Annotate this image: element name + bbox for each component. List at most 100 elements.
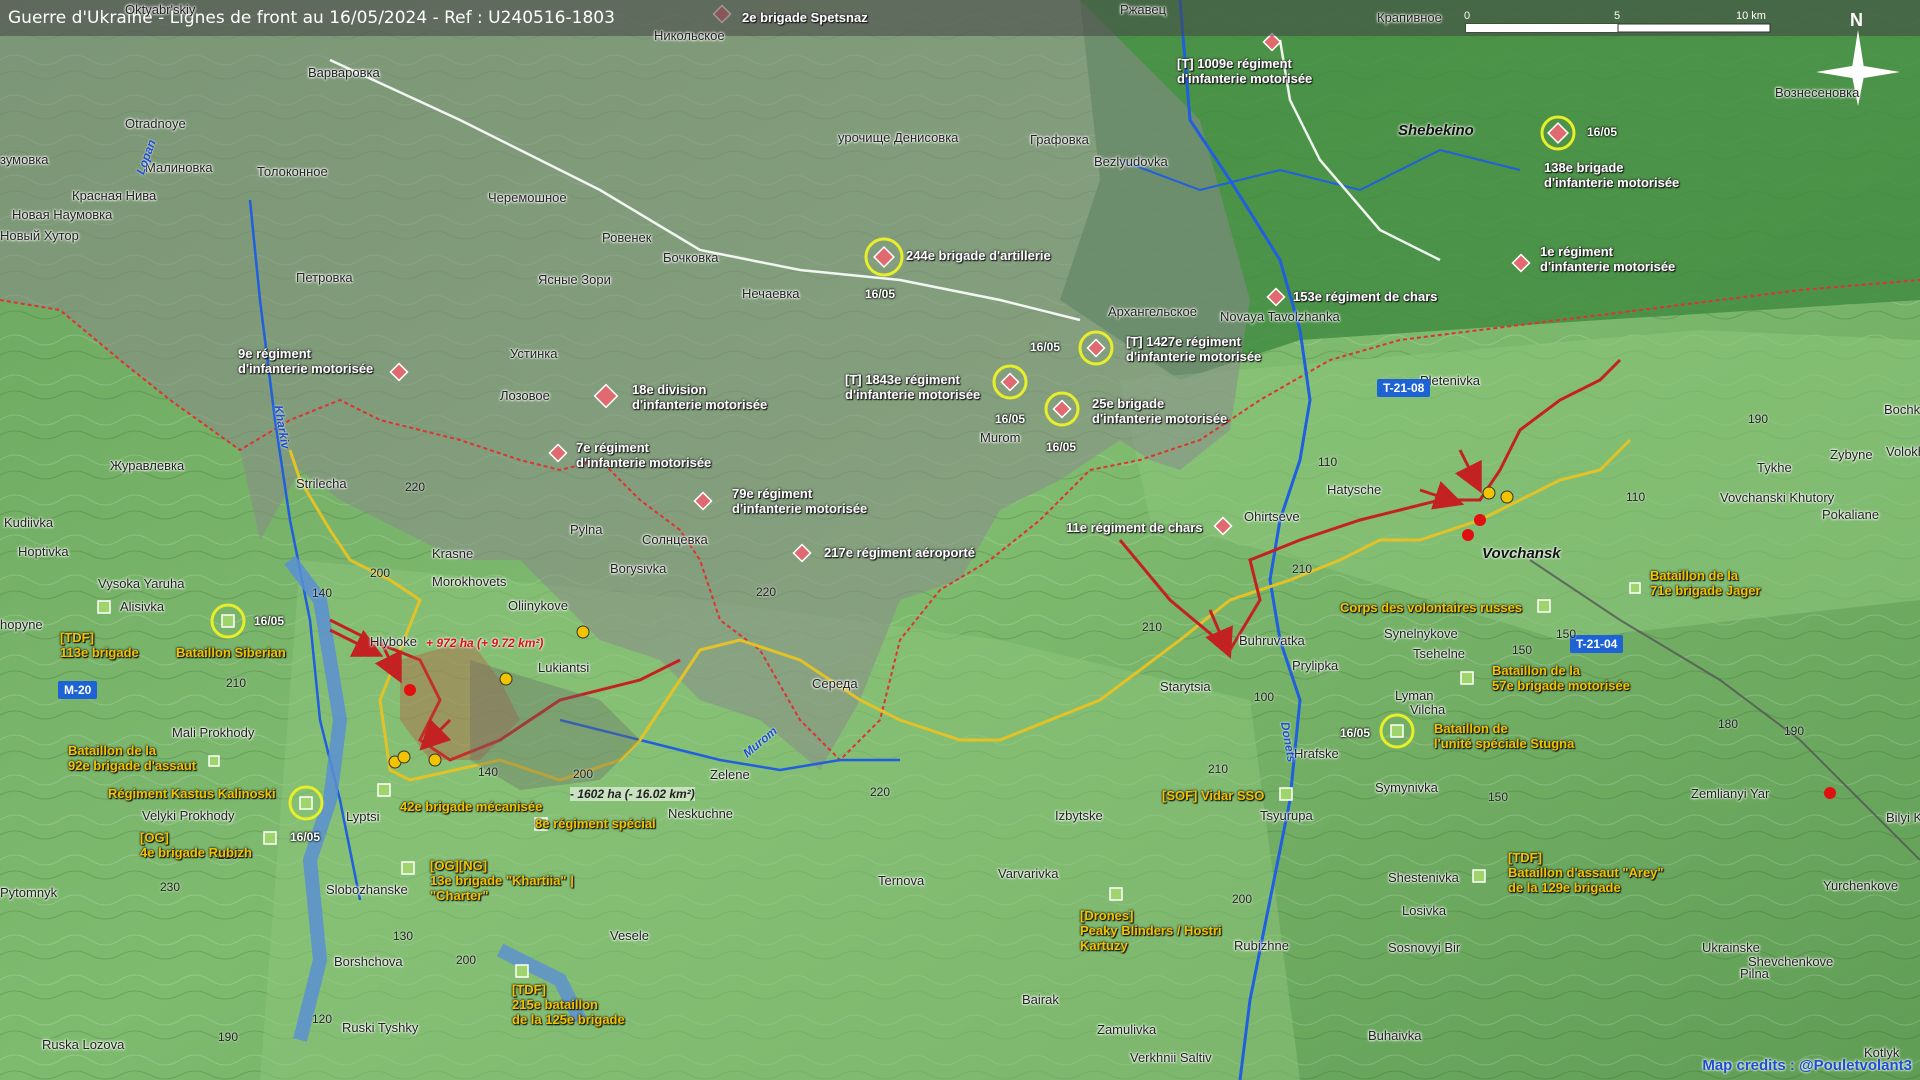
ru-unit-label-b138[interactable]: 138e brigade d'infanterie motorisée bbox=[1544, 160, 1679, 190]
ru-unit-label-r1843[interactable]: [T] 1843e régiment d'infanterie motorisée bbox=[845, 372, 980, 402]
road-badge-t2104: T-21-04 bbox=[1570, 635, 1624, 653]
ru-unit-label-r7e[interactable]: 7e régiment d'infanterie motorisée bbox=[576, 440, 711, 470]
place-novaya-naumovka: Новая Наумовка bbox=[12, 207, 113, 222]
place-zamulivka: Zamulivka bbox=[1097, 1022, 1157, 1037]
scale-label-5: 5 bbox=[1614, 10, 1620, 22]
place-novaya-tavolzhanka: Novaya Tavolzhanka bbox=[1220, 309, 1340, 324]
ua-unit-label-tdf113[interactable]: [TDF] 113e brigade bbox=[60, 630, 139, 660]
place-buhruvatka: Buhruvatka bbox=[1239, 633, 1305, 648]
ua-unit-icon[interactable] bbox=[221, 614, 235, 628]
event-dot-yellow[interactable] bbox=[499, 672, 513, 686]
elevation-label: 120 bbox=[312, 1012, 333, 1026]
ua-unit-icon[interactable] bbox=[263, 831, 277, 845]
ua-unit-label-vidar[interactable]: [SOF] Vidar SSO bbox=[1162, 788, 1264, 803]
ru-unit-label-spetsnaz[interactable]: 2e brigade Spetsnaz bbox=[742, 10, 868, 25]
event-dot[interactable] bbox=[1824, 787, 1836, 799]
ua-unit-date-kalinoski: 16/05 bbox=[290, 830, 321, 844]
ua-unit-icon[interactable] bbox=[377, 783, 391, 797]
ua-unit-icon[interactable] bbox=[1472, 869, 1486, 883]
ru-unit-label-b25e[interactable]: 25e brigade d'infanterie motorisée bbox=[1092, 396, 1227, 426]
ru-unit-label-r217e[interactable]: 217e régiment aéroporté bbox=[824, 545, 975, 560]
place-tykhe: Tykhe bbox=[1757, 460, 1792, 475]
event-dot[interactable] bbox=[1474, 514, 1486, 526]
place-arkhangelskoe: Архангельское bbox=[1108, 304, 1197, 319]
place-rzhavets: Ржавец bbox=[1120, 2, 1167, 17]
ru-unit-date-b138: 16/05 bbox=[1587, 125, 1618, 139]
place-zelene: Zelene bbox=[710, 767, 750, 782]
ua-unit-label-r8[interactable]: 8e régiment spécial bbox=[535, 816, 656, 831]
place-symynivka: Symynivka bbox=[1375, 780, 1438, 795]
place-vysoka-yaruha: Vysoka Yaruha bbox=[98, 576, 185, 591]
event-dot-yellow[interactable] bbox=[1500, 490, 1514, 504]
place-vesele: Vesele bbox=[610, 928, 650, 943]
ru-unit-label-b244[interactable]: 244e brigade d'artillerie bbox=[906, 248, 1051, 263]
place-ruski-tyshky: Ruski Tyshky bbox=[342, 1020, 419, 1035]
place-prylipka: Prylipka bbox=[1292, 658, 1339, 673]
place-nikolskoe: Никольское bbox=[654, 28, 725, 43]
ua-unit-icon[interactable] bbox=[401, 861, 415, 875]
ua-unit-icon[interactable] bbox=[97, 600, 111, 614]
event-dot-yellow[interactable] bbox=[1482, 486, 1496, 500]
ua-unit-icon[interactable] bbox=[1537, 599, 1551, 613]
map-credits[interactable]: Map credits : @Pouletvolant3 bbox=[1702, 1057, 1912, 1074]
place-rubizhne: Rubizhne bbox=[1234, 938, 1289, 953]
ua-unit-icon[interactable] bbox=[1109, 887, 1123, 901]
place-zhuravlevka: Журавлевка bbox=[110, 458, 185, 473]
territory-gain-label: + 972 ha (+ 9.72 km²) bbox=[426, 636, 544, 650]
ua-unit-label-drones[interactable]: [Drones] Peaky Blinders / Hostri Kartuzy bbox=[1080, 908, 1222, 953]
place-volokh: Volokh bbox=[1886, 444, 1920, 459]
ua-unit-icon[interactable] bbox=[1460, 671, 1474, 685]
ua-unit-date-siberian: 16/05 bbox=[254, 614, 285, 628]
ua-unit-icon[interactable] bbox=[1279, 787, 1293, 801]
ua-unit-label-stugna[interactable]: Bataillon de l'unité spéciale Stugna bbox=[1434, 721, 1574, 751]
ua-unit-label-corps_ru[interactable]: Corps des volontaires russes bbox=[1340, 600, 1522, 615]
ua-unit-label-b42[interactable]: 42e brigade mécanisée bbox=[400, 799, 542, 814]
territory-loss-label: - 1602 ha (- 16.02 km²) bbox=[570, 787, 695, 801]
place-malinovka: Малиновка bbox=[145, 160, 213, 175]
map-title: Guerre d'Ukraine - Lignes de front au 16… bbox=[8, 8, 615, 28]
event-dot-yellow[interactable] bbox=[397, 750, 411, 764]
ru-unit-label-r11e[interactable]: 11e régiment de chars bbox=[1066, 520, 1203, 535]
ua-unit-icon[interactable] bbox=[299, 796, 313, 810]
ua-unit-label-tdf215[interactable]: [TDF] 215e bataillon de la 125e brigade bbox=[512, 982, 625, 1027]
ru-unit-label-r9e[interactable]: 9e régiment d'infanterie motorisée bbox=[238, 346, 373, 376]
ru-unit-label-r1009[interactable]: [T] 1009e régiment d'infanterie motorisée bbox=[1177, 56, 1312, 86]
place-borysivka: Borysivka bbox=[610, 561, 667, 576]
ru-unit-label-r1427[interactable]: [T] 1427e régiment d'infanterie motorisée bbox=[1126, 334, 1261, 364]
ru-unit-label-r153[interactable]: 153e régiment de chars bbox=[1293, 289, 1438, 304]
elevation-label: 200 bbox=[1232, 892, 1253, 906]
event-dot-yellow[interactable] bbox=[428, 753, 442, 767]
place-vovchanski-khutory: Vovchanski Khutory bbox=[1720, 490, 1835, 505]
elevation-label: 220 bbox=[756, 585, 777, 599]
ua-unit-label-b71[interactable]: Bataillon de la 71e brigade Jager bbox=[1650, 568, 1761, 598]
place-nechaevka: Нечаевка bbox=[742, 286, 800, 301]
place-sereda: Середа bbox=[812, 676, 858, 691]
ua-unit-icon[interactable] bbox=[208, 755, 220, 767]
ua-unit-label-siberian[interactable]: Bataillon Siberian bbox=[176, 645, 286, 660]
ua-unit-label-kalinoski[interactable]: Régiment Kastus Kalinoski bbox=[108, 786, 276, 801]
place-lyptsi: Lyptsi bbox=[346, 809, 380, 824]
ru-unit-label-d18e[interactable]: 18e division d'infanterie motorisée bbox=[632, 382, 767, 412]
event-dot[interactable] bbox=[404, 684, 416, 696]
ru-unit-label-r79e[interactable]: 79e régiment d'infanterie motorisée bbox=[732, 486, 867, 516]
ua-unit-icon[interactable] bbox=[515, 964, 529, 978]
ua-unit-label-arey[interactable]: [TDF] Bataillon d'assaut "Arey" de la 129e… bbox=[1508, 850, 1664, 895]
ua-unit-icon[interactable] bbox=[1629, 582, 1641, 594]
event-dot-yellow[interactable] bbox=[576, 625, 590, 639]
ua-unit-icon[interactable] bbox=[1390, 724, 1404, 738]
scale-label-10: 10 km bbox=[1736, 10, 1766, 22]
ua-unit-label-b92[interactable]: Bataillon de la 92e brigade d'assaut bbox=[68, 743, 196, 773]
place-chermoshnoe: Черемошное bbox=[488, 190, 567, 205]
ua-unit-label-og13[interactable]: [OG][NG] 13e brigade "Khartiia" | "Charter… bbox=[430, 858, 574, 903]
ua-unit-label-og4[interactable]: [OG] 4e brigade Rubizh bbox=[140, 830, 252, 860]
elevation-label: 210 bbox=[1292, 562, 1313, 576]
place-grafovka: Графовка bbox=[1030, 132, 1089, 147]
ru-unit-label-r1e[interactable]: 1e régiment d'infanterie motorisée bbox=[1540, 244, 1675, 274]
place-lukiantsi: Lukiantsi bbox=[538, 660, 590, 675]
ua-unit-label-b57[interactable]: Bataillon de la 57e brigade motorisée bbox=[1492, 663, 1630, 693]
event-dot[interactable] bbox=[1462, 529, 1474, 541]
place-verkhnii-saltiv: Verkhnii Saltiv bbox=[1130, 1050, 1212, 1065]
ru-unit-date-r1427: 16/05 bbox=[1030, 340, 1061, 354]
ru-unit-date-b244: 16/05 bbox=[865, 287, 896, 301]
place-zybyne: Zybyne bbox=[1830, 447, 1873, 462]
